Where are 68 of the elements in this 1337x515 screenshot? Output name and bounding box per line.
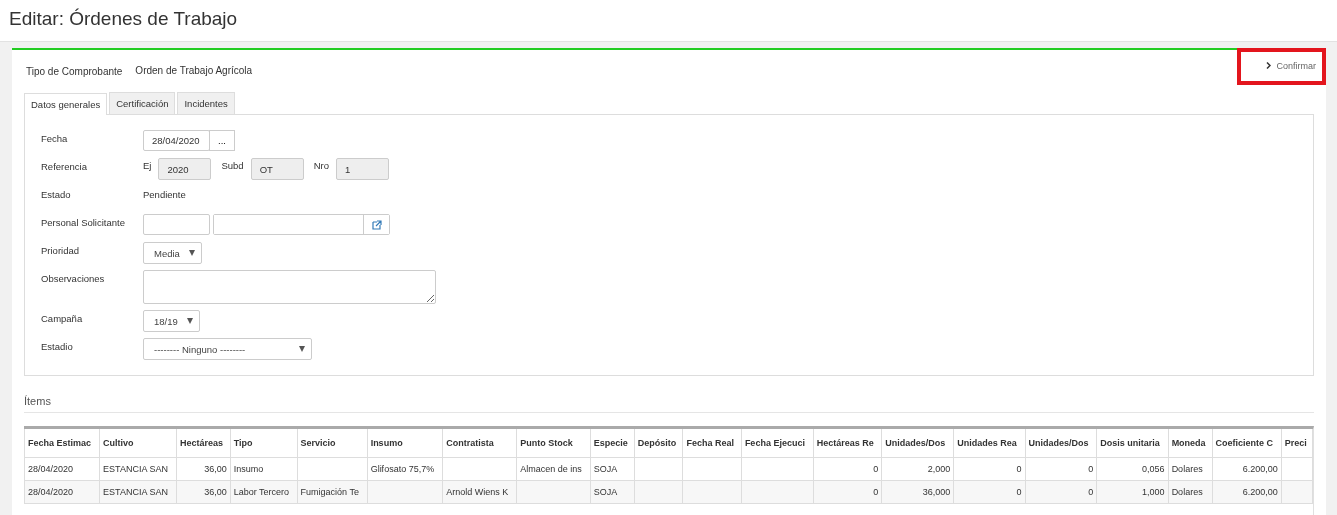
stage-select[interactable]: -------- Ninguno --------	[143, 338, 312, 360]
table-cell: Almacen de ins	[516, 457, 591, 481]
column-header: Coeficiente C	[1212, 429, 1282, 458]
table-cell: Insumo	[230, 457, 298, 481]
tab[interactable]: Incidentes	[177, 92, 235, 114]
table-cell: 6.200,00	[1212, 457, 1282, 481]
column-header: Unidades/Dos	[1025, 429, 1097, 458]
table-cell: 0	[953, 457, 1025, 481]
reference-field[interactable]: OT	[250, 158, 304, 180]
table-cell: 0	[813, 457, 882, 481]
table-cell: Glifosato 75,7%	[367, 457, 443, 481]
column-header: Dosis unitaria	[1096, 429, 1169, 458]
voucher-value: Orden de Trabajo Agrícola	[135, 64, 253, 76]
tab[interactable]: Certificación	[109, 92, 176, 114]
lookup-field[interactable]	[213, 214, 390, 235]
column-header: Servicio	[297, 429, 368, 458]
column-header: Punto Stock	[516, 429, 591, 458]
column-header: Hectáreas	[176, 429, 231, 458]
page-title: Editar: Órdenes de Trabajo	[9, 7, 238, 30]
voucher-label: Tipo de Comprobante	[26, 65, 123, 77]
date-field[interactable]: 28/04/2020	[143, 130, 210, 151]
reference-part-label: Nro	[313, 159, 329, 171]
column-header: Unidades/Dos	[881, 429, 954, 458]
column-header: Preci	[1281, 429, 1313, 458]
reference-part-label: Ej	[143, 159, 152, 171]
field-label: Estado	[41, 188, 72, 200]
table-cell: 2,000	[881, 457, 954, 481]
date-picker-button[interactable]: ...	[209, 130, 235, 151]
status-value: Pendiente	[143, 188, 186, 200]
confirm-link[interactable]: Confirmar	[1266, 60, 1316, 71]
reference-part-label: Subd	[221, 159, 244, 171]
external-link-icon	[371, 219, 382, 230]
table-cell: SOJA	[590, 457, 635, 481]
column-header: Fecha Ejecuci	[741, 429, 814, 458]
column-header: Moneda	[1168, 429, 1213, 458]
section-title: Ítems	[24, 395, 1314, 413]
column-header: Depósito	[634, 429, 683, 458]
column-header: Fecha Estimac	[24, 429, 100, 458]
field-label: Prioridad	[41, 244, 81, 256]
column-header: Contratista	[442, 429, 517, 458]
column-header: Insumo	[367, 429, 443, 458]
reference-field[interactable]: 2020	[158, 158, 212, 180]
column-header: Hectáreas Re	[813, 429, 882, 458]
table-cell: 0	[1025, 457, 1097, 481]
column-header: Fecha Real	[682, 429, 742, 458]
field-label: Referencia	[41, 160, 88, 172]
observations-field[interactable]	[143, 270, 436, 304]
field-label: Estadio	[41, 340, 74, 352]
reference-field[interactable]: 1	[335, 158, 389, 180]
table-cell: 28/04/2020	[24, 480, 100, 504]
input-field[interactable]	[143, 214, 210, 235]
campaign-select[interactable]: 18/19	[143, 310, 200, 332]
table-cell: 0,056	[1096, 457, 1169, 481]
table-cell: Dolares	[1168, 457, 1213, 481]
column-header: Unidades Rea	[953, 429, 1025, 458]
table-cell: ESTANCIA SAN	[99, 457, 177, 481]
field-label: Campaña	[41, 312, 84, 324]
column-header: Especie	[590, 429, 635, 458]
field-label: Observaciones	[41, 272, 106, 284]
field-label: Personal Solicitante	[41, 216, 126, 228]
priority-select[interactable]: Media	[143, 242, 202, 264]
table-cell: 36,00	[176, 457, 231, 481]
chevron-icon	[1266, 62, 1272, 69]
column-header: Tipo	[230, 429, 298, 458]
tab[interactable]: Datos generales	[24, 93, 108, 115]
field-label: Fecha	[41, 132, 69, 144]
column-header: Cultivo	[99, 429, 177, 458]
table-cell: 28/04/2020	[24, 457, 100, 481]
